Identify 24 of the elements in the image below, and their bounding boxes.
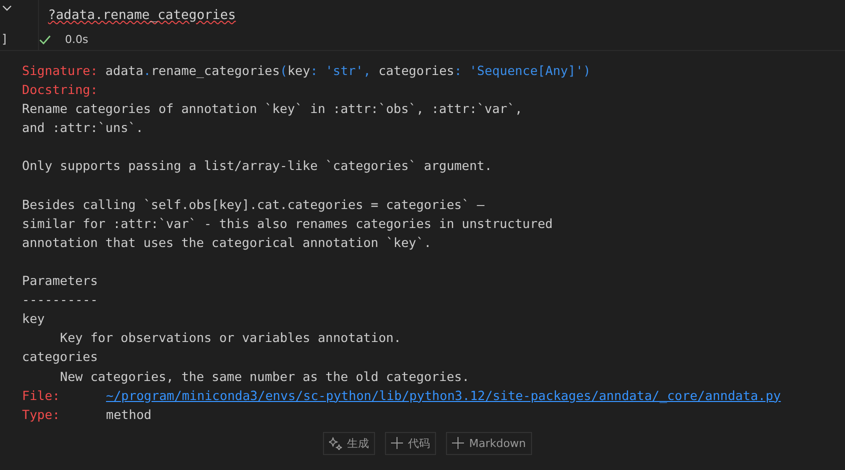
plus-icon bbox=[452, 437, 464, 450]
signature-label: Signature: bbox=[22, 63, 98, 78]
docstring-text: Rename categories of annotation `key` in :attr:`obs`, :attr:`var`, and :attr:`uns`. bbox=[22, 100, 524, 138]
file-link[interactable]: ~/program/miniconda3/envs/sc-python/lib/python3.12/site-packages/anndata/_core/anndata.py bbox=[106, 388, 781, 403]
chevron-icon[interactable] bbox=[2, 5, 12, 11]
docstring-label: Docstring: bbox=[22, 82, 98, 98]
type-label: Type: bbox=[22, 406, 61, 424]
docstring-text: Only supports passing a list/array-like `categories` argument. bbox=[22, 157, 494, 176]
plus-icon bbox=[391, 437, 404, 450]
parameter-description: New categories, the same number as the old categories. bbox=[60, 368, 470, 384]
duration-text: 0.0s bbox=[65, 33, 88, 46]
sparkle-icon bbox=[329, 436, 342, 450]
code-line[interactable]: ?adata.rename_categories bbox=[48, 7, 236, 25]
add-cell-button[interactable]: Markdown bbox=[446, 432, 532, 455]
signature-text: adata.rename_categories(key: 'str', categories: 'Sequence[Any]') bbox=[105, 63, 591, 78]
parameter-description: Key for observations or variables annotation. bbox=[60, 330, 402, 346]
file-label: File: bbox=[22, 386, 61, 405]
parameter-name: key bbox=[22, 311, 45, 326]
add-cell-button[interactable]: 代码 bbox=[385, 432, 436, 455]
type-value: method bbox=[106, 406, 152, 422]
parameter-name: categories bbox=[22, 349, 98, 364]
docstring-text: Besides calling `self.obs[key].cat.categories = categories` – similar for :attr:`var` - this also renames categories in unstructured annotation that uses the categorical annotation `key`. bbox=[22, 196, 554, 252]
generate-button[interactable]: 生成 bbox=[323, 432, 376, 455]
execution-count: ] bbox=[1, 32, 8, 46]
